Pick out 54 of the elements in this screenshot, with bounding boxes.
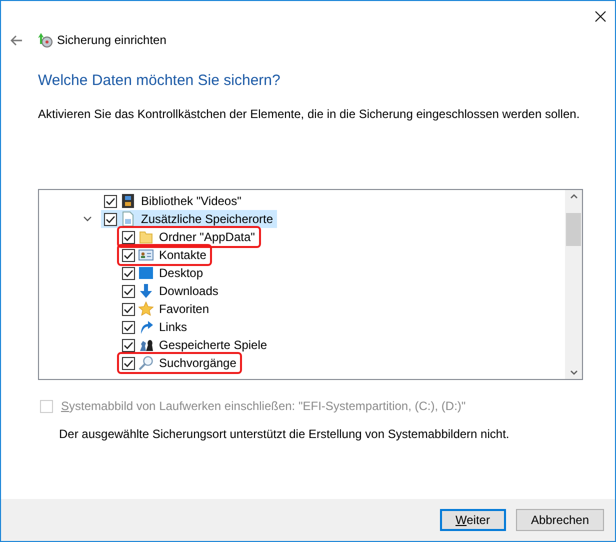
tree-item-label: Zusätzliche Speicherorte [140, 211, 274, 228]
down-arrow-icon [138, 283, 154, 299]
checkbox[interactable] [104, 212, 117, 226]
chess-pieces-icon [138, 337, 154, 353]
note-text: Der ausgewählte Sicherungsort unterstützt die Erstellung von Systemabbildern nicht. [59, 426, 510, 443]
tree-item[interactable]: Gespeicherte Spiele [119, 336, 272, 354]
window-title: Sicherung einrichten [57, 32, 166, 49]
tree-item[interactable]: Zusätzliche Speicherorte [101, 210, 278, 228]
tree-item[interactable]: Ordner "AppData" [119, 228, 259, 246]
magnifier-icon [138, 355, 154, 371]
tree-item[interactable]: Links [119, 318, 192, 336]
back-arrow-icon [10, 34, 22, 46]
dialog-button[interactable]: Abbrechen [516, 509, 604, 531]
scroll-down-icon[interactable] [570, 370, 578, 375]
tree-item-label: Kontakte [158, 247, 206, 264]
checkbox[interactable] [122, 230, 135, 244]
page-heading: Welche Daten möchten Sie sichern? [38, 71, 280, 91]
tree-item-label: Desktop [158, 265, 204, 282]
tree-item-label: Favoriten [158, 301, 210, 318]
backup-drive-icon [37, 32, 53, 48]
tree-item[interactable]: Kontakte [119, 246, 210, 264]
contact-card-icon [138, 247, 154, 263]
tree-item[interactable]: Suchvorgänge [119, 354, 240, 372]
tree-item-label: Ordner "AppData" [158, 229, 255, 246]
checkbox[interactable] [122, 320, 135, 334]
checkbox[interactable] [122, 338, 135, 352]
curved-arrow-icon [138, 319, 154, 335]
checkbox[interactable] [122, 284, 135, 298]
tree-item-label: Links [158, 319, 188, 336]
checkbox[interactable] [122, 302, 135, 316]
close-icon [594, 10, 606, 22]
dialog-button[interactable]: Weiter [440, 509, 506, 531]
tree-item-label: Suchvorgänge [158, 355, 236, 372]
document-icon [120, 211, 136, 227]
checkbox[interactable] [122, 248, 135, 262]
tree-item[interactable]: Favoriten [119, 300, 214, 318]
checkbox[interactable] [122, 266, 135, 280]
tree-item[interactable]: Desktop [119, 264, 208, 282]
vertical-scrollbar[interactable] [565, 190, 582, 379]
star-icon [138, 301, 154, 317]
film-icon [120, 193, 136, 209]
desktop-icon [138, 265, 154, 281]
tree-item-label: Gespeicherte Spiele [158, 337, 268, 354]
tree-item-label: Downloads [158, 283, 218, 300]
tree-item-label: Bibliothek "Videos" [140, 193, 242, 210]
tree-item[interactable]: Downloads [119, 282, 222, 300]
scrollbar-thumb[interactable] [566, 213, 581, 246]
checkbox[interactable] [104, 194, 117, 208]
scroll-up-icon[interactable] [570, 194, 578, 199]
tree-item[interactable]: Bibliothek "Videos" [101, 192, 246, 210]
checkbox[interactable] [122, 356, 135, 370]
back-button[interactable] [9, 33, 23, 47]
collapse-caret-icon[interactable] [83, 216, 92, 222]
instruction-text: Aktivieren Sie das Kontrollkästchen der Elemente, die in die Sicherung eingeschlossen werden sollen. [38, 106, 580, 123]
